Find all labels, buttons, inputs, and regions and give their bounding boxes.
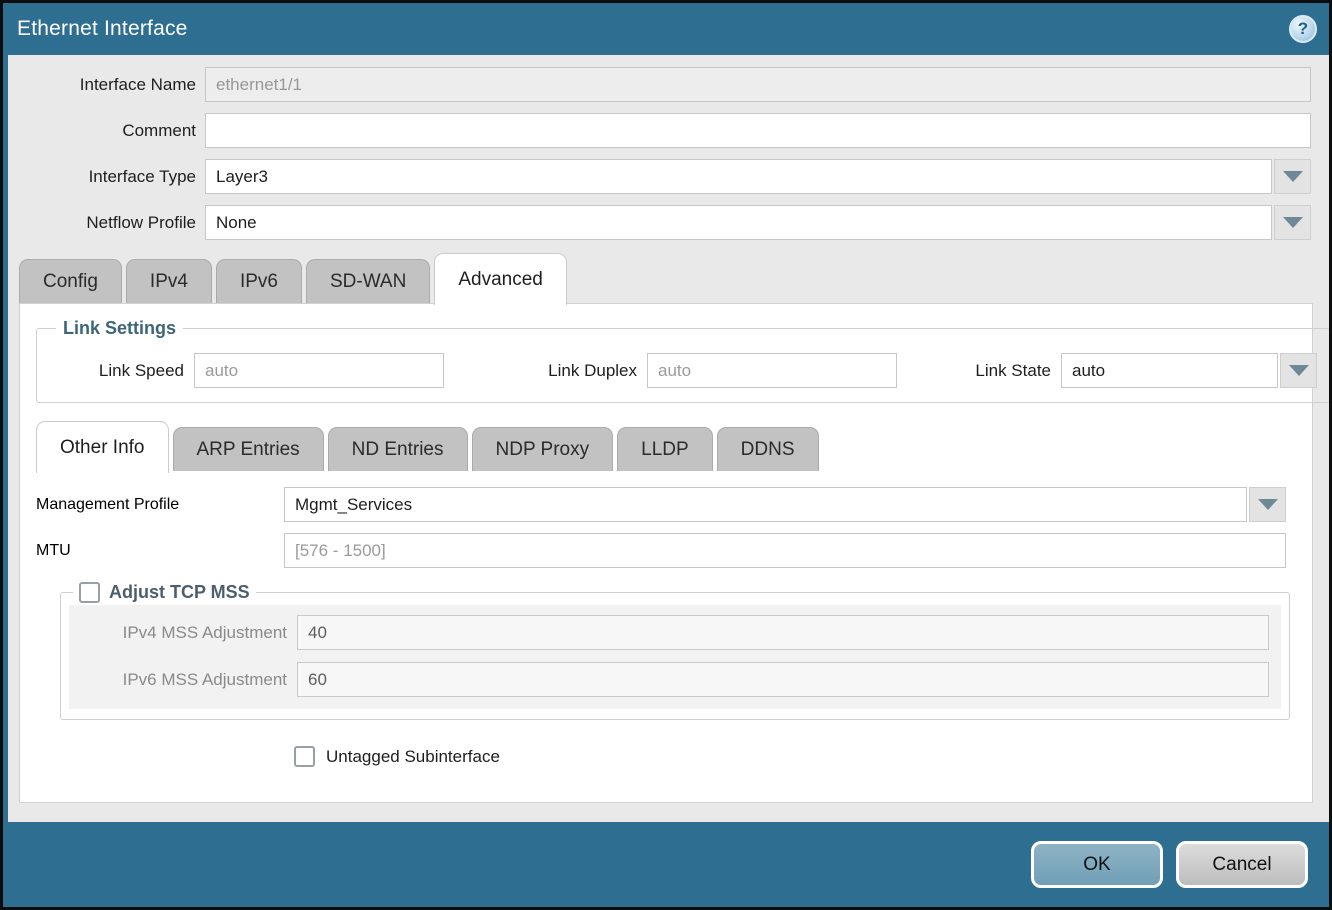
- tab-nd-entries[interactable]: ND Entries: [328, 427, 468, 471]
- tab-ndp-proxy[interactable]: NDP Proxy: [472, 427, 614, 471]
- chevron-down-icon: [1283, 171, 1303, 182]
- link-speed-label: Link Speed: [49, 361, 194, 381]
- untagged-subinterface-checkbox[interactable]: [294, 746, 315, 767]
- dialog-titlebar: Ethernet Interface ?: [3, 3, 1329, 55]
- ipv4-mss-row: IPv4 MSS Adjustment: [69, 615, 1269, 650]
- tab-lldp[interactable]: LLDP: [617, 427, 713, 471]
- link-duplex-field[interactable]: [647, 353, 897, 388]
- netflow-profile-dropdown-button[interactable]: [1274, 205, 1311, 240]
- chevron-down-icon: [1258, 499, 1278, 510]
- dialog-title: Ethernet Interface: [17, 17, 188, 41]
- link-state-dropdown[interactable]: [1061, 353, 1317, 388]
- other-info-panel: Management Profile MTU Adjust TCP MSS: [36, 471, 1296, 767]
- comment-row: Comment: [3, 113, 1311, 148]
- tab-other-info[interactable]: Other Info: [36, 421, 169, 473]
- untagged-subinterface-label: Untagged Subinterface: [326, 747, 500, 767]
- ipv4-mss-label: IPv4 MSS Adjustment: [69, 623, 297, 643]
- netflow-profile-value[interactable]: [205, 205, 1272, 240]
- tab-ipv6[interactable]: IPv6: [216, 259, 302, 303]
- ipv6-mss-field: [297, 662, 1269, 697]
- netflow-profile-dropdown[interactable]: [205, 205, 1311, 240]
- tab-config[interactable]: Config: [19, 259, 122, 303]
- ipv6-mss-label: IPv6 MSS Adjustment: [69, 670, 297, 690]
- link-state-value[interactable]: [1061, 353, 1278, 388]
- link-state-dropdown-button[interactable]: [1280, 353, 1317, 388]
- management-profile-value[interactable]: [284, 487, 1247, 522]
- help-icon[interactable]: ?: [1289, 15, 1317, 43]
- main-tab-strip: Config IPv4 IPv6 SD-WAN Advanced: [19, 253, 1329, 303]
- sub-tab-strip: Other Info ARP Entries ND Entries NDP Pr…: [36, 421, 1296, 471]
- interface-type-dropdown-button[interactable]: [1274, 159, 1311, 194]
- adjust-tcp-mss-group: Adjust TCP MSS IPv4 MSS Adjustment IPv6 …: [60, 582, 1290, 720]
- netflow-profile-label: Netflow Profile: [3, 213, 205, 233]
- chevron-down-icon: [1289, 365, 1309, 376]
- link-settings-legend: Link Settings: [56, 318, 183, 339]
- advanced-tab-panel: Link Settings Link Speed Link Duplex Lin…: [19, 303, 1313, 803]
- management-profile-label: Management Profile: [36, 496, 284, 514]
- ipv6-mss-row: IPv6 MSS Adjustment: [69, 662, 1269, 697]
- comment-label: Comment: [3, 121, 205, 141]
- netflow-profile-row: Netflow Profile: [3, 205, 1311, 240]
- mtu-field[interactable]: [284, 533, 1286, 568]
- mss-disabled-area: IPv4 MSS Adjustment IPv6 MSS Adjustment: [69, 605, 1281, 709]
- comment-field[interactable]: [205, 113, 1311, 148]
- tab-advanced[interactable]: Advanced: [434, 253, 567, 305]
- interface-type-label: Interface Type: [3, 167, 205, 187]
- ipv4-mss-field: [297, 615, 1269, 650]
- link-duplex-label: Link Duplex: [492, 361, 647, 381]
- interface-type-dropdown[interactable]: [205, 159, 1311, 194]
- cancel-button[interactable]: Cancel: [1176, 841, 1308, 888]
- tab-ddns[interactable]: DDNS: [717, 427, 819, 471]
- interface-name-label: Interface Name: [3, 75, 205, 95]
- management-profile-dropdown-button[interactable]: [1249, 487, 1286, 522]
- interface-type-row: Interface Type: [3, 159, 1311, 194]
- management-profile-dropdown[interactable]: [284, 487, 1286, 522]
- link-settings-group: Link Settings Link Speed Link Duplex Lin…: [36, 318, 1330, 403]
- mtu-row: MTU: [36, 533, 1296, 568]
- interface-name-field: [205, 67, 1311, 102]
- link-speed-field[interactable]: [194, 353, 444, 388]
- adjust-tcp-mss-label: Adjust TCP MSS: [109, 582, 250, 603]
- ethernet-interface-dialog: Ethernet Interface ? Interface Name Comm…: [0, 0, 1332, 910]
- interface-type-value[interactable]: [205, 159, 1272, 194]
- adjust-tcp-mss-checkbox[interactable]: [79, 582, 100, 603]
- mtu-label: MTU: [36, 542, 284, 560]
- tab-arp-entries[interactable]: ARP Entries: [173, 427, 324, 471]
- management-profile-row: Management Profile: [36, 487, 1296, 522]
- link-settings-row: Link Speed Link Duplex Link State: [49, 353, 1317, 388]
- link-state-label: Link State: [961, 361, 1061, 381]
- chevron-down-icon: [1283, 217, 1303, 228]
- untagged-subinterface-row: Untagged Subinterface: [294, 746, 1296, 767]
- adjust-tcp-mss-legend: Adjust TCP MSS: [73, 582, 256, 603]
- dialog-footer: OK Cancel: [3, 822, 1329, 907]
- tab-ipv4[interactable]: IPv4: [126, 259, 212, 303]
- tab-sdwan[interactable]: SD-WAN: [306, 259, 430, 303]
- interface-name-row: Interface Name: [3, 67, 1311, 102]
- top-form: Interface Name Comment Interface Type Ne…: [3, 55, 1329, 251]
- ok-button[interactable]: OK: [1031, 841, 1163, 888]
